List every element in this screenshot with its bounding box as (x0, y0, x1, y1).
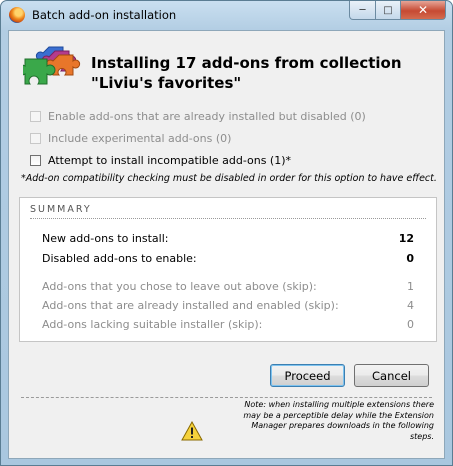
summary-label: Add-ons that you chose to leave out abov… (42, 280, 317, 293)
summary-label: New add-ons to install: (42, 232, 169, 245)
minimize-button[interactable]: ─ (349, 1, 376, 20)
summary-value: 1 (407, 280, 414, 293)
option-label: Enable add-ons that are already installe… (48, 110, 366, 123)
compatibility-note: *Add-on compatibility checking must be d… (21, 173, 437, 184)
checkbox (30, 133, 41, 144)
maximize-button[interactable]: □ (376, 1, 401, 20)
title-line-1: Installing 17 add-ons from collection (91, 54, 402, 72)
summary-row-no-installer: Add-ons lacking suitable installer (skip… (42, 318, 414, 331)
title-line-2: "Liviu's favorites" (91, 74, 242, 92)
note-line: Note: when installing multiple extension… (244, 400, 434, 409)
puzzle-pieces-icon (23, 46, 81, 85)
summary-value: 4 (407, 299, 414, 312)
checkbox (30, 111, 41, 122)
summary-row-enable: Disabled add-ons to enable: 0 (42, 252, 414, 265)
window-title: Batch add-on installation (32, 8, 177, 22)
firefox-icon (9, 7, 25, 23)
summary-value: 12 (398, 232, 414, 245)
option-label[interactable]: Attempt to install incompatible add-ons … (48, 154, 291, 167)
bottom-divider (21, 397, 432, 398)
option-label: Include experimental add-ons (0) (48, 132, 232, 145)
summary-row-installed: Add-ons that are already installed and e… (42, 299, 414, 312)
summary-title: SUMMARY (30, 204, 92, 215)
dialog-content: Installing 17 add-ons from collection "L… (8, 30, 445, 459)
dialog-window: Batch add-on installation ─ □ ✕ Installi… (0, 0, 453, 466)
close-button[interactable]: ✕ (401, 1, 446, 20)
summary-divider (30, 218, 426, 219)
summary-value: 0 (407, 318, 414, 331)
option-experimental: Include experimental add-ons (0) (30, 132, 231, 145)
summary-row-new: New add-ons to install: 12 (42, 232, 414, 245)
note-line: steps. (409, 431, 434, 441)
delay-note: Note: when installing multiple extension… (194, 400, 434, 442)
summary-label: Add-ons that are already installed and e… (42, 299, 339, 312)
checkbox[interactable] (30, 155, 41, 166)
page-title: Installing 17 add-ons from collection "L… (91, 53, 402, 93)
summary-label: Add-ons lacking suitable installer (skip… (42, 318, 263, 331)
proceed-button[interactable]: Proceed (270, 364, 345, 387)
window-controls: ─ □ ✕ (349, 1, 446, 20)
note-line: may be a perceptible delay while the Ext… (243, 410, 434, 420)
option-enable-disabled: Enable add-ons that are already installe… (30, 110, 366, 123)
cancel-button[interactable]: Cancel (354, 364, 429, 387)
summary-panel: SUMMARY New add-ons to install: 12 Disab… (19, 197, 437, 342)
title-bar[interactable]: Batch add-on installation ─ □ ✕ (1, 1, 452, 29)
option-incompatible[interactable]: Attempt to install incompatible add-ons … (30, 154, 291, 167)
note-line: Manager prepares downloads in the follow… (251, 421, 434, 430)
summary-row-left-out: Add-ons that you chose to leave out abov… (42, 280, 414, 293)
summary-label: Disabled add-ons to enable: (42, 252, 197, 265)
summary-value: 0 (406, 252, 414, 265)
